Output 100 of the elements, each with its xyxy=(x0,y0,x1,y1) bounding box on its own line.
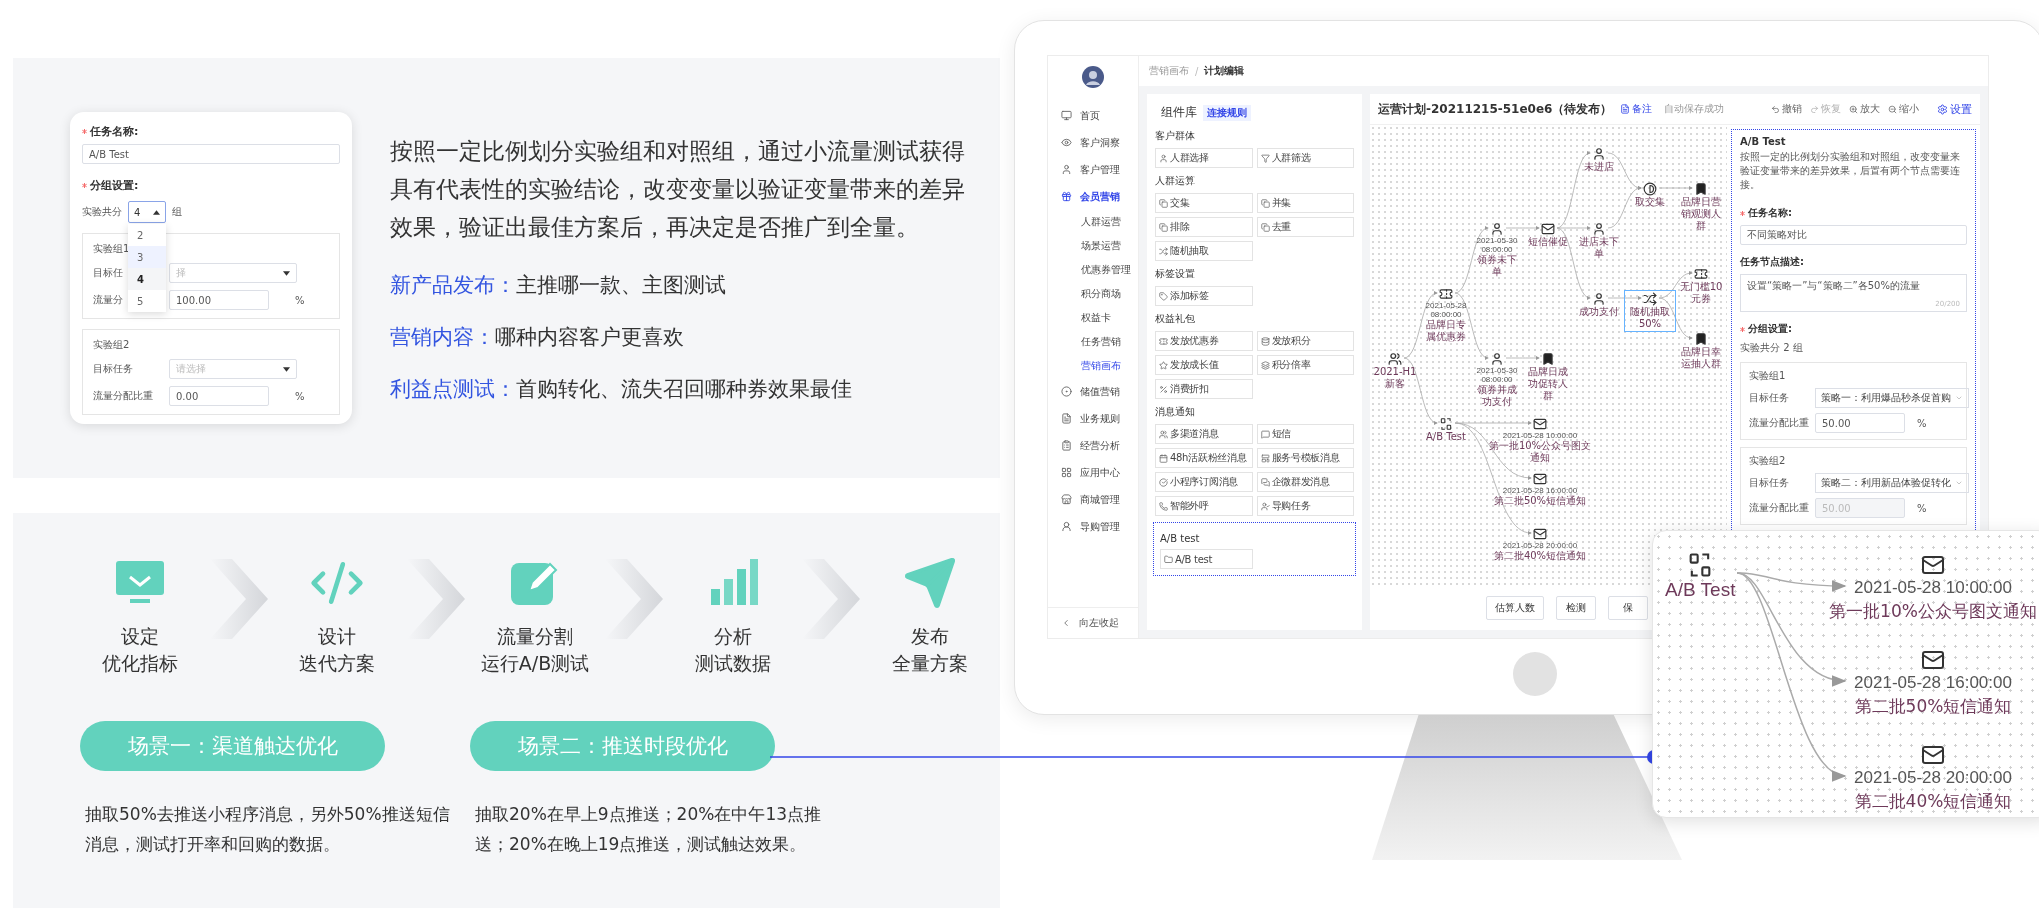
document-icon xyxy=(1061,413,1072,424)
component-item[interactable]: 消费折扣 xyxy=(1155,379,1253,399)
ticket-icon xyxy=(1694,267,1708,281)
section-title: 客户群体 xyxy=(1155,129,1196,143)
collapse-button[interactable]: 向左收起 xyxy=(1048,607,1138,638)
messages-icon xyxy=(1260,477,1270,487)
ratio-field[interactable]: 100.00 xyxy=(169,290,269,310)
count-select[interactable]: 4 xyxy=(128,201,166,223)
selected-node-frame[interactable]: 随机抽取50% xyxy=(1624,290,1676,332)
nav-item[interactable]: 首页 xyxy=(1048,102,1138,129)
nav-item[interactable]: 储值营销 xyxy=(1048,378,1138,405)
component-item[interactable]: 48h活跃粉丝消息 xyxy=(1155,448,1253,468)
split-text: 实验共分 2 组 xyxy=(1740,342,1803,353)
component-item[interactable]: 短信 xyxy=(1256,424,1354,444)
nav-item[interactable]: 会员营销 xyxy=(1048,183,1138,210)
user-icon xyxy=(1592,222,1606,236)
phone-icon xyxy=(1159,501,1168,511)
panel-title: A/B Test xyxy=(1740,136,1787,147)
component-item[interactable]: 交集 xyxy=(1155,193,1253,213)
node-label: 短信催促 xyxy=(1528,236,1568,248)
name-field[interactable]: A/B Test xyxy=(82,144,340,164)
bookmark-icon xyxy=(1694,182,1708,196)
node-label: 第一批10%公众号图文通知 xyxy=(1487,440,1593,464)
dropdown-option[interactable]: 4 xyxy=(128,268,166,290)
nav-subitem[interactable]: 人群运营 xyxy=(1048,210,1138,234)
component-item[interactable]: 人群筛选 xyxy=(1256,148,1354,168)
check-circle-icon xyxy=(1159,477,1168,487)
nav-item[interactable]: 应用中心 xyxy=(1048,459,1138,486)
nav-subitem[interactable]: 场景运营 xyxy=(1048,234,1138,258)
field-label: 流量分配比重 xyxy=(93,389,153,403)
node-label: 品牌日营销观测人群 xyxy=(1680,196,1722,232)
node-date: 2021-05-28 20:00:00 xyxy=(1854,767,2012,789)
component-item[interactable]: 智能外呼 xyxy=(1155,496,1253,516)
field-label: 流量分配比重 xyxy=(1749,416,1809,430)
component-item[interactable]: 多渠道消息 xyxy=(1155,424,1253,444)
component-item[interactable]: 添加标签 xyxy=(1155,286,1253,306)
component-item[interactable]: 导购任务 xyxy=(1256,496,1354,516)
bookmark-icon xyxy=(1541,352,1555,366)
dropdown-option[interactable]: 5 xyxy=(128,290,166,312)
dropdown-option[interactable]: 2 xyxy=(128,224,166,246)
nav-subitem[interactable]: 优惠券管理 xyxy=(1048,258,1138,282)
component-item[interactable]: A/B test xyxy=(1160,549,1253,569)
intro-paragraph: 按照一定比例划分实验组和对照组，通过小流量测试获得具有代表性的实验结论，改变变量以验证变量带来的差异效果，验证出最佳方案后，再决定是否推广到全量。 xyxy=(390,137,966,242)
store-icon xyxy=(1061,494,1072,505)
toolbar-button[interactable]: 放大 xyxy=(1849,102,1880,116)
note-link[interactable]: 备注 xyxy=(1620,102,1653,116)
action-button[interactable]: 保 xyxy=(1608,596,1648,620)
component-item[interactable]: 小程序订阅消息 xyxy=(1155,472,1253,492)
copy-icon xyxy=(1260,222,1270,232)
name-field[interactable]: 不同策略对比 xyxy=(1740,225,1967,245)
ratio-field[interactable]: 50.00 xyxy=(1815,413,1905,433)
ratio-field[interactable]: 0.00 xyxy=(169,386,269,406)
message-icon xyxy=(1260,429,1270,439)
field-label: 分组设置: xyxy=(1748,322,1792,336)
nav-item[interactable]: 商城管理 xyxy=(1048,486,1138,513)
mail-icon xyxy=(1533,527,1547,541)
node-label: 随机抽取50% xyxy=(1629,306,1671,330)
component-item[interactable]: 人群选择 xyxy=(1155,148,1253,168)
dropdown-option[interactable]: 3 xyxy=(128,246,166,268)
component-item[interactable]: 服务号模板消息 xyxy=(1256,448,1354,468)
toolbar-button[interactable]: 撤销 xyxy=(1771,102,1802,116)
feature-line: 利益点测试：首购转化、流失召回哪种券效果最佳 xyxy=(390,376,853,403)
user-icon xyxy=(1592,292,1606,306)
node-label: 2021-H1新客 xyxy=(1372,366,1418,390)
grid-icon xyxy=(1061,467,1072,478)
section-title: 消息通知 xyxy=(1155,405,1196,419)
field-label: 流量分配比重 xyxy=(1749,501,1809,515)
nav-subitem[interactable]: 积分商场 xyxy=(1048,282,1138,306)
nav-item[interactable]: 业务规则 xyxy=(1048,405,1138,432)
component-item[interactable]: 随机抽取 xyxy=(1155,241,1253,261)
nav-item[interactable]: 导购管理 xyxy=(1048,513,1138,540)
rule-tag[interactable]: 连接规则 xyxy=(1203,104,1251,121)
component-item[interactable]: 发放积分 xyxy=(1256,331,1354,351)
component-item[interactable]: 积分倍率 xyxy=(1256,355,1354,375)
nav-item[interactable]: 客户管理 xyxy=(1048,156,1138,183)
node-date: 2021-05-28 20:00:00 xyxy=(1502,541,1578,550)
nav-subitem[interactable]: 权益卡 xyxy=(1048,306,1138,330)
monitor-icon xyxy=(1061,110,1072,121)
nav-subitem[interactable]: 营销画布 xyxy=(1048,354,1138,378)
component-item[interactable]: 发放成长值 xyxy=(1155,355,1253,375)
component-item[interactable]: 并集 xyxy=(1256,193,1354,213)
users-icon xyxy=(1388,352,1402,366)
component-item[interactable]: 排除 xyxy=(1155,217,1253,237)
step-label: 设计 迭代方案 xyxy=(299,624,376,676)
component-item[interactable]: 发放优惠券 xyxy=(1155,331,1253,351)
nav-item[interactable]: 客户洞察 xyxy=(1048,129,1138,156)
target-select[interactable]: 策略一：利用爆品秒杀促首购 xyxy=(1815,388,1969,408)
nav-subitem[interactable]: 任务营销 xyxy=(1048,330,1138,354)
toolbar-button[interactable]: 缩小 xyxy=(1888,102,1919,116)
component-item[interactable]: 企微群发消息 xyxy=(1256,472,1354,492)
settings-button[interactable]: 设置 xyxy=(1937,101,1972,117)
chevron-left-icon xyxy=(1061,618,1071,628)
component-item[interactable]: 去重 xyxy=(1256,217,1354,237)
action-button[interactable]: 检测 xyxy=(1556,596,1596,620)
action-button[interactable]: 估算人数 xyxy=(1486,596,1544,620)
breadcrumb-link[interactable]: 计划编辑 xyxy=(1204,64,1245,78)
nav-item[interactable]: 经营分析 xyxy=(1048,432,1138,459)
node-label: 领券未下单 xyxy=(1476,254,1518,278)
node-label: 第二批50%短信通知 xyxy=(1493,495,1587,507)
users-icon xyxy=(1159,429,1168,439)
